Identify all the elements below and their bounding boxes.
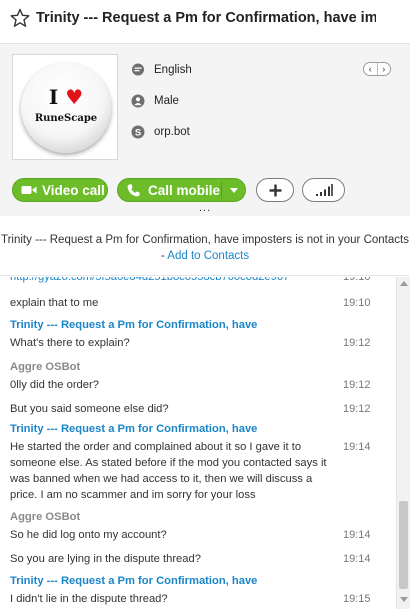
heart-icon: ♥ xyxy=(65,85,84,109)
video-call-button[interactable]: Video call xyxy=(12,178,108,202)
call-mobile-button[interactable]: Call mobile xyxy=(117,178,246,202)
contact-profile-panel: I ♥ RuneScape English Male S orp.bot ‹ ›… xyxy=(0,44,410,244)
speech-bubble-icon xyxy=(130,63,145,78)
split-divider xyxy=(221,182,222,199)
chevron-down-icon[interactable] xyxy=(230,188,238,193)
language-value: English xyxy=(154,64,192,76)
conversation-header: Trinity --- Request a Pm for Confirmatio… xyxy=(0,0,410,44)
signal-bars-icon xyxy=(315,184,333,196)
video-call-label: Video call xyxy=(42,182,105,198)
message-sender-name[interactable]: Trinity --- Request a Pm for Confirmatio… xyxy=(10,423,257,435)
add-to-contacts-link[interactable]: Add to Contacts xyxy=(167,250,249,262)
message-timestamp: 19:10 xyxy=(343,277,371,283)
not-in-contacts-notice: Trinity --- Request a Pm for Confirmatio… xyxy=(0,216,410,276)
skype-logo-icon: S xyxy=(130,125,145,140)
message-text: 0lly did the order? xyxy=(10,379,99,391)
more-options-icon[interactable]: ... xyxy=(199,203,213,214)
message-text: I didn't lie in the dispute thread? xyxy=(10,593,168,605)
message-timestamp: 19:12 xyxy=(343,379,371,391)
message-timestamp: 19:14 xyxy=(343,441,371,453)
plus-icon xyxy=(269,184,281,196)
message-timestamp: 19:14 xyxy=(343,553,371,565)
message-text: What's there to explain? xyxy=(10,337,130,349)
gender-value: Male xyxy=(154,95,179,107)
avatar[interactable]: I ♥ RuneScape xyxy=(12,54,118,160)
message-row: http://gyazo.com/5f5a0e84d251b8c0558cb76… xyxy=(10,277,385,285)
message-sender-name[interactable]: Aggre OSBot xyxy=(10,511,80,523)
message-sender-name[interactable]: Aggre OSBot xyxy=(10,361,80,373)
avatar-badge-i: I xyxy=(48,85,59,109)
scroll-up-arrow-icon[interactable] xyxy=(400,281,408,286)
message-timestamp: 19:14 xyxy=(343,529,371,541)
person-icon xyxy=(130,94,145,109)
message-list: http://gyazo.com/5f5a0e84d251b8c0558cb76… xyxy=(0,277,396,609)
scroll-thumb[interactable] xyxy=(399,501,408,589)
message-row: So you are lying in the dispute thread? 1… xyxy=(10,551,385,567)
message-sender-name[interactable]: Trinity --- Request a Pm for Confirmatio… xyxy=(10,319,257,331)
next-arrow-icon[interactable]: › xyxy=(376,63,391,75)
previous-arrow-icon[interactable]: ‹ xyxy=(364,63,377,75)
message-scrollbar[interactable] xyxy=(396,277,410,609)
message-row: But you said someone else did? 19:12 xyxy=(10,401,385,417)
call-quality-button[interactable] xyxy=(302,178,345,202)
scroll-down-arrow-icon[interactable] xyxy=(400,597,408,602)
message-sender-name[interactable]: Trinity --- Request a Pm for Confirmatio… xyxy=(10,575,257,587)
message-timestamp: 19:10 xyxy=(343,297,371,309)
conversation-title: Trinity --- Request a Pm for Confirmatio… xyxy=(36,10,376,26)
message-text: But you said someone else did? xyxy=(10,403,169,415)
language-row: English xyxy=(130,60,192,80)
phone-icon xyxy=(127,183,140,196)
add-participants-button[interactable] xyxy=(256,178,294,202)
star-outline-icon[interactable] xyxy=(10,8,30,28)
message-link[interactable]: http://gyazo.com/5f5a0e84d251b8c0558cb76… xyxy=(10,277,328,285)
gender-row: Male xyxy=(130,91,179,111)
message-text: So he did log onto my account? xyxy=(10,529,167,541)
message-timestamp: 19:15 xyxy=(343,593,371,605)
message-row: So he did log onto my account? 19:14 xyxy=(10,527,385,543)
avatar-badge-top: I ♥ xyxy=(21,85,111,109)
message-row: explain that to me 19:10 xyxy=(10,295,385,311)
message-row: He started the order and complained abou… xyxy=(10,439,385,503)
message-text: He started the order and complained abou… xyxy=(10,441,327,501)
message-timestamp: 19:12 xyxy=(343,337,371,349)
skype-chat-window: Trinity --- Request a Pm for Confirmatio… xyxy=(0,0,410,609)
skype-name-row: S orp.bot xyxy=(130,122,190,142)
avatar-badge-caption: RuneScape xyxy=(34,113,98,124)
profile-navigation: ‹ › xyxy=(363,62,391,76)
video-camera-icon xyxy=(21,186,37,194)
call-mobile-label: Call mobile xyxy=(148,182,221,198)
message-text: explain that to me xyxy=(10,297,99,309)
svg-text:S: S xyxy=(134,128,140,139)
message-row: 0lly did the order? 19:12 xyxy=(10,377,385,393)
message-row: What's there to explain? 19:12 xyxy=(10,335,385,351)
skype-name-value: orp.bot xyxy=(154,126,190,138)
message-timestamp: 19:12 xyxy=(343,403,371,415)
message-text: So you are lying in the dispute thread? xyxy=(10,553,201,565)
message-row: I didn't lie in the dispute thread? 19:15 xyxy=(10,591,385,607)
avatar-badge-image: I ♥ RuneScape xyxy=(21,63,111,153)
